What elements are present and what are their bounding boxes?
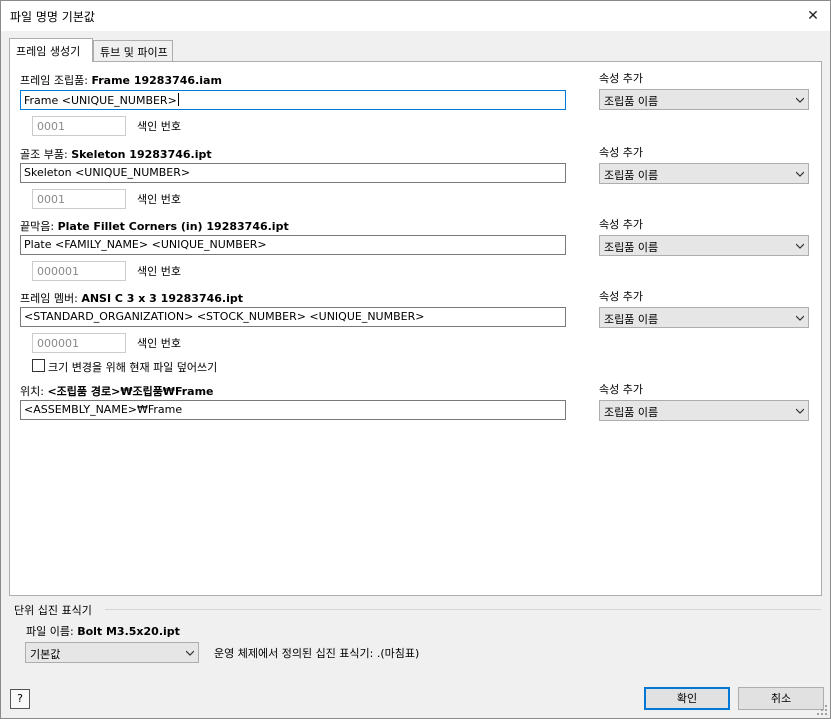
frame-assembly-index-label: 색인 번호	[137, 120, 181, 133]
skeleton-part-attr-label: 속성 추가	[599, 146, 643, 159]
frame-member-index-label: 색인 번호	[137, 337, 181, 350]
text-caret	[177, 93, 179, 106]
skeleton-part-attr-value: 조립품 이름	[604, 169, 659, 182]
skeleton-part-example: Skeleton 19283746.ipt	[71, 148, 212, 161]
frame-assembly-label-prefix: 프레임 조립품:	[20, 74, 88, 87]
overwrite-checkbox[interactable]	[32, 359, 45, 372]
frame-member-attr-label: 속성 추가	[599, 290, 643, 303]
chevron-down-icon	[796, 408, 804, 414]
chevron-down-icon	[796, 97, 804, 103]
frame-assembly-attr-value: 조립품 이름	[604, 95, 659, 108]
unit-file-name-label: 파일 이름: Bolt M3.5x20.ipt	[26, 623, 180, 639]
frame-assembly-name-input[interactable]: Frame <UNIQUE_NUMBER>	[20, 90, 566, 110]
end-cap-name-input[interactable]: Plate <FAMILY_NAME> <UNIQUE_NUMBER>	[20, 235, 566, 255]
help-button[interactable]: ?	[10, 689, 30, 709]
end-cap-example: Plate Fillet Corners (in) 19283746.ipt	[57, 220, 289, 233]
end-cap-attr-value: 조립품 이름	[604, 241, 659, 254]
cancel-button[interactable]: 취소	[738, 687, 824, 710]
decimal-marker-value: 기본값	[30, 648, 61, 661]
end-cap-index-label: 색인 번호	[137, 265, 181, 278]
chevron-down-icon	[796, 315, 804, 321]
unit-file-name-value: Bolt M3.5x20.ipt	[77, 625, 180, 638]
ok-button[interactable]: 확인	[644, 687, 730, 710]
unit-file-name-prefix: 파일 이름:	[26, 625, 74, 638]
skeleton-part-name-input[interactable]: Skeleton <UNIQUE_NUMBER>	[20, 163, 566, 183]
location-attr-value: 조립품 이름	[604, 406, 659, 419]
close-icon[interactable]: ✕	[802, 5, 824, 27]
skeleton-part-attr-select[interactable]: 조립품 이름	[599, 163, 809, 184]
location-example: <조립품 경로>₩조립품₩Frame	[47, 385, 214, 398]
frame-assembly-attr-label: 속성 추가	[599, 72, 643, 85]
tab-frame-generator[interactable]: 프레임 생성기	[9, 38, 93, 62]
location-attr-select[interactable]: 조립품 이름	[599, 400, 809, 421]
location-path-input[interactable]: <ASSEMBLY_NAME>₩Frame	[20, 400, 566, 420]
end-cap-attr-select[interactable]: 조립품 이름	[599, 235, 809, 256]
frame-member-attr-select[interactable]: 조립품 이름	[599, 307, 809, 328]
overwrite-checkbox-label: 크기 변경을 위해 현재 파일 덮어쓰기	[48, 361, 218, 374]
skeleton-part-label-prefix: 골조 부품:	[20, 148, 68, 161]
chevron-down-icon	[796, 243, 804, 249]
frame-assembly-index-input[interactable]: 0001	[32, 116, 126, 136]
frame-member-label-prefix: 프레임 멤버:	[20, 292, 78, 305]
frame-member-label: 프레임 멤버: ANSI C 3 x 3 19283746.ipt	[20, 290, 243, 306]
frame-member-name-input[interactable]: <STANDARD_ORGANIZATION> <STOCK_NUMBER> <…	[20, 307, 566, 327]
tab-tube-and-pipe[interactable]: 튜브 및 파이프	[93, 40, 173, 62]
file-naming-defaults-dialog: 파일 명명 기본값 ✕ 프레임 생성기 튜브 및 파이프 프레임 조립품: Fr…	[0, 0, 831, 719]
skeleton-part-label: 골조 부품: Skeleton 19283746.ipt	[20, 146, 212, 162]
chevron-down-icon	[796, 171, 804, 177]
location-label-prefix: 위치:	[20, 385, 44, 398]
end-cap-attr-label: 속성 추가	[599, 218, 643, 231]
skeleton-part-index-label: 색인 번호	[137, 193, 181, 206]
resize-grip-icon[interactable]	[816, 704, 828, 716]
frame-member-index-input[interactable]: 000001	[32, 333, 126, 353]
frame-member-attr-value: 조립품 이름	[604, 313, 659, 326]
decimal-marker-select[interactable]: 기본값	[25, 642, 199, 663]
location-label: 위치: <조립품 경로>₩조립품₩Frame	[20, 383, 214, 399]
dialog-title: 파일 명명 기본값	[10, 10, 95, 24]
frame-assembly-example: Frame 19283746.iam	[91, 74, 222, 87]
frame-assembly-name-value: Frame <UNIQUE_NUMBER>	[24, 94, 177, 107]
end-cap-label-prefix: 끝막음:	[20, 220, 55, 233]
frame-assembly-attr-select[interactable]: 조립품 이름	[599, 89, 809, 110]
group-divider	[105, 609, 821, 610]
end-cap-index-input[interactable]: 000001	[32, 261, 126, 281]
unit-separator-group-title: 단위 십진 표식기	[14, 604, 92, 617]
frame-member-example: ANSI C 3 x 3 19283746.ipt	[81, 292, 243, 305]
skeleton-part-index-input[interactable]: 0001	[32, 189, 126, 209]
chevron-down-icon	[186, 650, 194, 656]
decimal-marker-description: 운영 체제에서 정의된 십진 표식기: .(마침표)	[214, 647, 420, 660]
frame-assembly-label: 프레임 조립품: Frame 19283746.iam	[20, 72, 222, 88]
title-bar: 파일 명명 기본값 ✕	[1, 1, 830, 31]
end-cap-label: 끝막음: Plate Fillet Corners (in) 19283746.…	[20, 218, 289, 234]
tab-panel: 프레임 조립품: Frame 19283746.iam Frame <UNIQU…	[9, 61, 822, 596]
location-attr-label: 속성 추가	[599, 383, 643, 396]
